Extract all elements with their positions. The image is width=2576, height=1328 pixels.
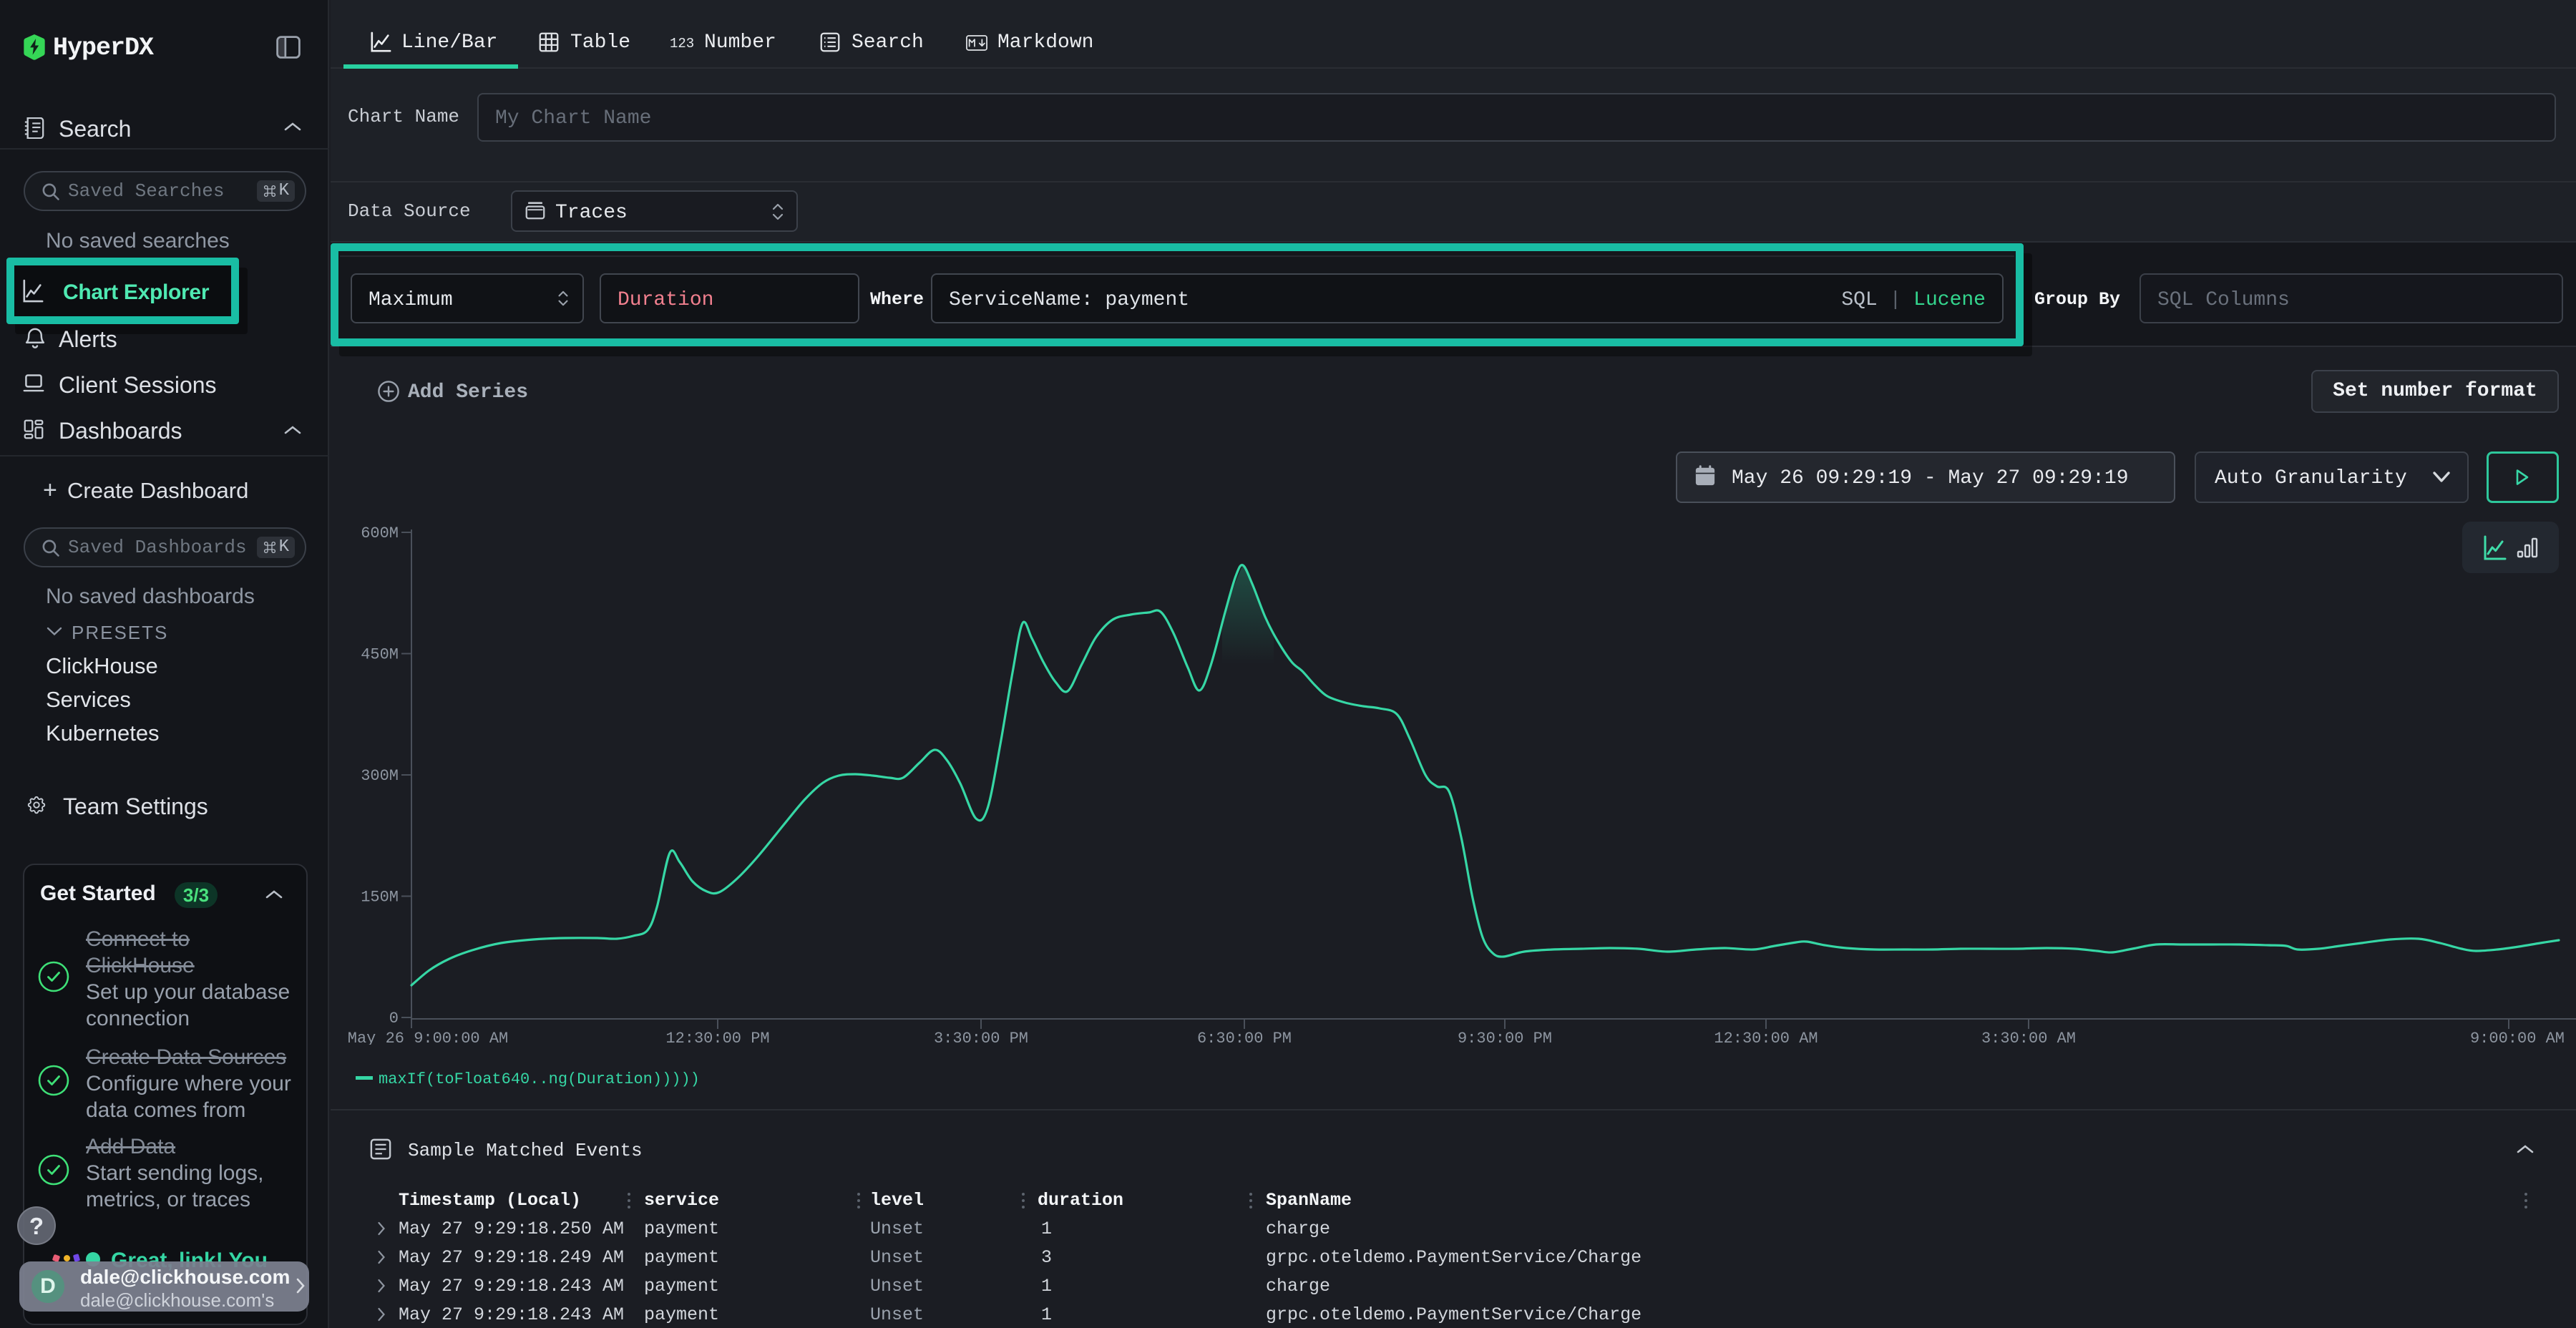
- svg-text:12:30:00 PM: 12:30:00 PM: [665, 1030, 769, 1045]
- svg-text:450M: 450M: [361, 646, 399, 664]
- svg-text:May 26 9:00:00 AM: May 26 9:00:00 AM: [348, 1030, 508, 1045]
- svg-text:0: 0: [389, 1010, 399, 1027]
- svg-text:9:30:00 PM: 9:30:00 PM: [1458, 1030, 1552, 1045]
- svg-text:3:30:00 PM: 3:30:00 PM: [934, 1030, 1028, 1045]
- svg-text:12:30:00 AM: 12:30:00 AM: [1714, 1030, 1818, 1045]
- svg-text:300M: 300M: [361, 767, 399, 785]
- svg-text:9:00:00 AM: 9:00:00 AM: [2470, 1030, 2565, 1045]
- svg-text:150M: 150M: [361, 889, 399, 907]
- svg-text:6:30:00 PM: 6:30:00 PM: [1197, 1030, 1292, 1045]
- svg-text:3:30:00 AM: 3:30:00 AM: [1981, 1030, 2076, 1045]
- svg-text:600M: 600M: [361, 524, 399, 542]
